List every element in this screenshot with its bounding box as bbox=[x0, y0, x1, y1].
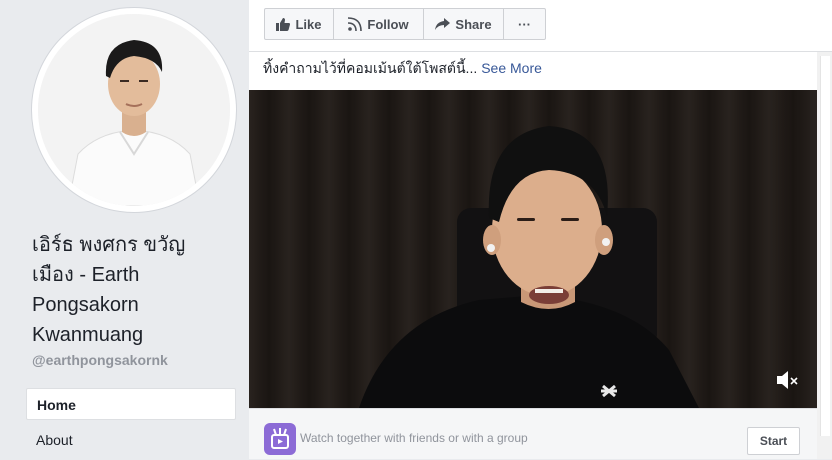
thumbs-up-icon bbox=[276, 17, 291, 31]
page-username[interactable]: @earthpongsakornk bbox=[32, 352, 168, 368]
nav-item-label: Home bbox=[37, 397, 76, 413]
video-frame-image bbox=[249, 90, 817, 408]
page-action-bar: Like Follow Share ··· bbox=[249, 0, 832, 52]
like-button[interactable]: Like bbox=[264, 8, 334, 40]
page-title[interactable]: เอิร์ธ พงศกร ขวัญ เมือง - Earth Pongsako… bbox=[32, 230, 237, 350]
start-watch-party-button[interactable]: Start bbox=[747, 427, 800, 455]
like-label: Like bbox=[295, 16, 322, 32]
scrollbar-thumb[interactable] bbox=[820, 56, 830, 436]
more-dots-icon: ··· bbox=[518, 16, 531, 32]
nav-item-about[interactable]: About bbox=[36, 432, 73, 448]
share-label: Share bbox=[455, 16, 492, 32]
profile-picture[interactable] bbox=[38, 14, 230, 206]
follow-label: Follow bbox=[367, 16, 409, 32]
main-column: Like Follow Share ··· ทิ้งคำถามไว้ที่คอม… bbox=[249, 0, 832, 459]
volume-muted-icon bbox=[777, 371, 798, 389]
watch-together-bar: Watch together with friends or with a gr… bbox=[249, 408, 817, 459]
follow-button[interactable]: Follow bbox=[333, 8, 424, 40]
watch-party-icon bbox=[264, 423, 296, 455]
share-arrow-icon bbox=[435, 18, 451, 30]
rss-icon bbox=[348, 17, 363, 31]
mute-button[interactable] bbox=[777, 371, 799, 394]
post-text: ทิ้งคำถามไว้ที่คอมเม้นต์ใต้โพสต์นี้... Se… bbox=[263, 58, 542, 80]
nav-item-home[interactable]: Home bbox=[26, 388, 236, 420]
see-more-link[interactable]: See More bbox=[481, 60, 542, 76]
profile-portrait-image bbox=[38, 14, 230, 206]
page-sidebar: เอิร์ธ พงศกร ขวัญ เมือง - Earth Pongsako… bbox=[0, 0, 248, 459]
profile-picture-frame[interactable] bbox=[32, 8, 236, 212]
share-button[interactable]: Share bbox=[423, 8, 504, 40]
scrollbar[interactable] bbox=[817, 52, 832, 459]
post-body: ทิ้งคำถามไว้ที่คอมเม้นต์ใต้โพสต์นี้... bbox=[263, 60, 478, 76]
watch-together-text: Watch together with friends or with a gr… bbox=[300, 431, 528, 445]
more-options-button[interactable]: ··· bbox=[503, 8, 546, 40]
video-player[interactable] bbox=[249, 90, 817, 408]
